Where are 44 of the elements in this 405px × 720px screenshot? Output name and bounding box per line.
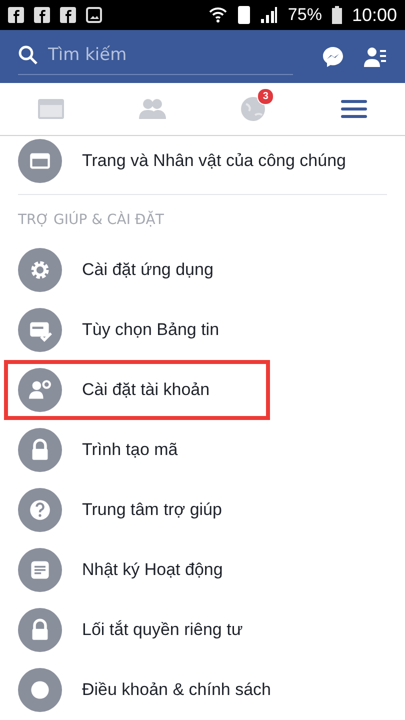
wifi-icon — [208, 6, 228, 24]
menu-item-label: Trang và Nhân vật của công chúng — [82, 151, 346, 171]
menu-item-label: Cài đặt tài khoản — [82, 380, 210, 400]
app-notification-icon — [60, 7, 76, 23]
menu-item[interactable]: Cài đặt ứng dụng — [0, 240, 405, 300]
messenger-icon[interactable] — [321, 44, 345, 68]
note-icon — [18, 548, 62, 592]
clock: 10:00 — [352, 4, 397, 26]
friend-requests-icon[interactable] — [363, 44, 387, 68]
notification-badge: 3 — [257, 88, 274, 105]
menu-item-label: Trình tạo mã — [82, 440, 178, 460]
user-gear-icon — [18, 368, 62, 412]
menu-item-label: Điều khoản & chính sách — [82, 680, 272, 700]
app-notification-icon — [34, 7, 50, 23]
menu-item[interactable]: Cài đặt tài khoản — [4, 360, 270, 420]
feed-check-icon — [18, 308, 62, 352]
menu-item-label: Cài đặt ứng dụng — [82, 260, 214, 280]
badge-icon — [18, 668, 62, 712]
menu-item[interactable]: Nhật ký Hoạt động — [0, 540, 405, 600]
gear-icon — [18, 248, 62, 292]
menu-item[interactable]: Điều khoản & chính sách — [0, 660, 405, 720]
section-title: TRỢ GIÚP & CÀI ĐẶT — [17, 210, 165, 230]
menu-item-label: Trung tâm trợ giúp — [82, 500, 222, 520]
menu-item-label: Tùy chọn Bảng tin — [82, 320, 220, 340]
lock-icon — [18, 428, 62, 472]
battery-percent: 75% — [288, 5, 322, 25]
battery-icon — [332, 6, 342, 24]
menu-item[interactable]: Trình tạo mã — [0, 420, 405, 480]
sim-icon — [238, 6, 250, 24]
globe-tab[interactable]: 3 — [202, 83, 304, 135]
menu-item[interactable]: Trung tâm trợ giúp — [0, 480, 405, 540]
menu-item[interactable]: Lối tắt quyền riêng tư — [0, 600, 405, 660]
menu-item-label: Nhật ký Hoạt động — [82, 560, 223, 580]
menu-item-label: Lối tắt quyền riêng tư — [82, 620, 243, 640]
search-icon — [18, 45, 38, 65]
menu-item[interactable]: Tùy chọn Bảng tin — [0, 300, 405, 360]
app-notification-icon — [8, 7, 24, 23]
question-icon — [18, 488, 62, 532]
menu-item[interactable]: Trang và Nhân vật của công chúng — [0, 136, 405, 186]
signal-icon — [260, 6, 278, 24]
lock-icon — [18, 608, 62, 652]
search-field[interactable]: Tìm kiếm — [46, 44, 230, 66]
page-icon — [18, 139, 62, 183]
image-icon — [86, 7, 102, 23]
